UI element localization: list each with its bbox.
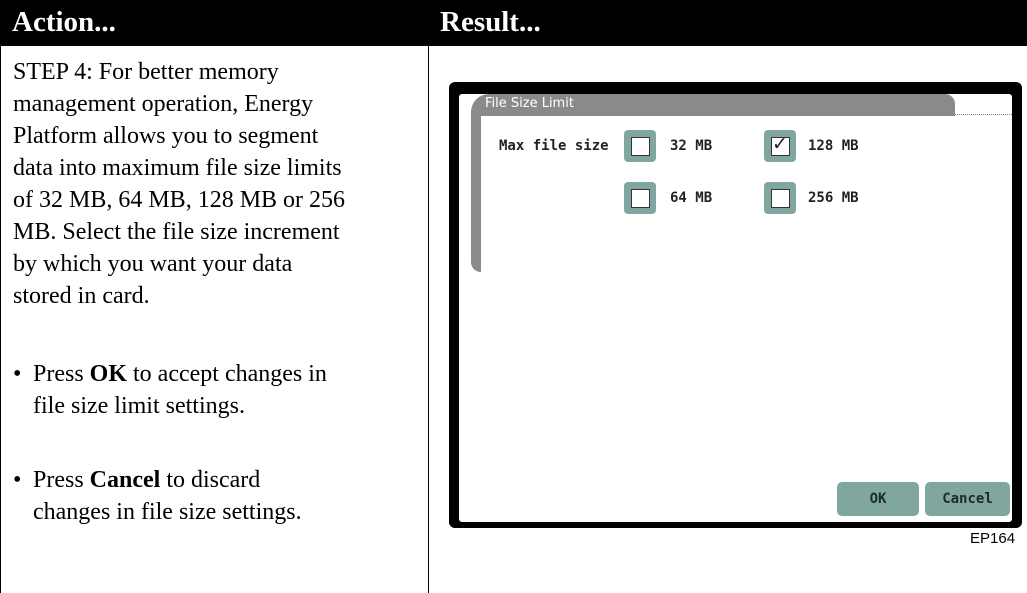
step-line: MB. Select the file size increment [13,219,340,245]
table-header: Action... Result... [0,0,1027,46]
figure-id: EP164 [970,530,1016,547]
bullet-text: Press Cancel to discard changes in file s… [33,467,302,525]
checkbox-32mb[interactable] [624,130,656,162]
checkbox-128mb[interactable]: ✓ [764,130,796,162]
cancel-button[interactable]: Cancel [925,482,1010,516]
step-line: management operation, Energy [13,91,314,117]
dialog-side-bar [471,112,481,272]
check-icon: ✓ [772,133,788,155]
title-divider [955,114,1012,115]
option-label-64mb: 64 MB [670,190,713,206]
bullet-ok: • Press OK to accept changes in file size… [13,358,418,422]
step-line: data into maximum file size limits [13,155,342,181]
result-column-header: Result... [440,6,541,38]
action-column-header: Action... [12,6,116,38]
ok-button[interactable]: OK [837,482,919,516]
ok-keyword: OK [89,361,128,387]
bullet-glyph: • [13,361,22,387]
dialog-title: File Size Limit [485,96,574,111]
option-label-256mb: 256 MB [808,190,859,206]
step-line: by which you want your data [13,251,293,277]
step-line: stored in card. [13,283,150,309]
checkbox-64mb[interactable] [624,182,656,214]
step-line: STEP 4: For better memory [13,59,279,85]
option-label-128mb: 128 MB [808,138,859,154]
step-text: STEP 4: For better memory management ope… [13,56,418,312]
device-screenshot: File Size Limit Max file size 32 MB ✓ 12… [449,82,1022,528]
bullet-glyph: • [13,467,22,493]
step-line: Platform allows you to segment [13,123,319,149]
action-column: STEP 4: For better memory management ope… [13,56,418,525]
checkbox-256mb[interactable] [764,182,796,214]
column-divider [428,46,429,593]
max-file-size-label: Max file size [499,138,609,154]
dialog-title-bar: File Size Limit [471,94,955,116]
option-label-32mb: 32 MB [670,138,713,154]
step-line: of 32 MB, 64 MB, 128 MB or 256 [13,187,346,213]
left-border [0,46,1,593]
dialog-window: File Size Limit Max file size 32 MB ✓ 12… [459,94,1012,522]
cancel-keyword: Cancel [89,467,161,493]
bullet-cancel: • Press Cancel to discard changes in file… [13,464,418,528]
bullet-text: Press OK to accept changes in file size l… [33,361,327,419]
